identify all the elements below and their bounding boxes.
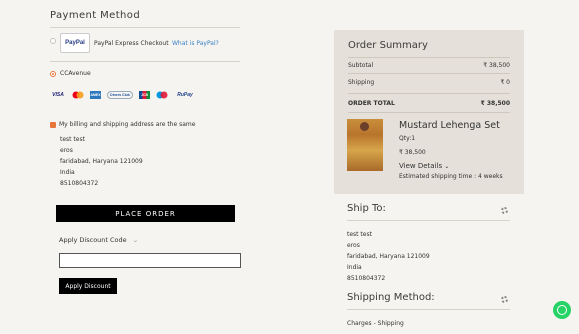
apply-discount-toggle[interactable]: Apply Discount Code ⌄ [59, 236, 138, 244]
order-total-value: ₹ 38,500 [480, 100, 510, 107]
ccavenue-radio[interactable] [50, 71, 56, 77]
divider [50, 61, 240, 62]
shipping-method-title: Shipping Method: [347, 292, 435, 303]
divider [347, 220, 510, 221]
shipping-charges: Charges - Shipping [347, 320, 404, 327]
paypal-radio[interactable] [50, 38, 56, 44]
address-line: test test [60, 136, 85, 143]
gear-icon[interactable] [501, 296, 508, 303]
billing-address: test test eros faridabad, Haryana 121009… [60, 134, 143, 189]
payment-method-title: Payment Method [50, 10, 141, 21]
divider [348, 93, 510, 94]
place-order-button[interactable]: PLACE ORDER [56, 205, 235, 222]
ship-to-title: Ship To: [347, 203, 386, 214]
address-line: eros [60, 147, 73, 154]
divider [348, 57, 510, 58]
address-line: faridabad, Haryana 121009 [60, 158, 143, 165]
shipping-time: Estimated shipping time : 4 weeks [399, 173, 503, 180]
paypal-label: PayPal Express Checkout [94, 40, 169, 47]
discount-label: Apply Discount Code [59, 236, 127, 244]
address-line: 8510804372 [347, 275, 386, 282]
chevron-down-icon: ⌄ [132, 236, 139, 244]
shipping-value: ₹ 0 [500, 79, 510, 86]
what-is-paypal-link[interactable]: What is PayPal? [172, 40, 219, 47]
billing-same-checkbox[interactable] [50, 122, 56, 128]
apply-discount-button[interactable]: Apply Discount [59, 278, 117, 294]
rupay-icon: RuPay [177, 92, 193, 98]
product-qty: Qty:1 [399, 135, 416, 142]
divider [50, 27, 240, 28]
ccavenue-label: CCAvenue [60, 70, 91, 77]
address-line: faridabad, Haryana 121009 [347, 253, 430, 260]
maestro-icon [156, 91, 168, 99]
view-details-label: View Details [399, 162, 443, 170]
divider [348, 73, 510, 74]
product-image[interactable] [347, 119, 383, 171]
subtotal-value: ₹ 38,500 [483, 62, 510, 69]
divider [348, 112, 510, 113]
shipping-row: Shipping ₹ 0 [348, 79, 510, 86]
address-line: 8510804372 [60, 180, 99, 187]
gear-icon[interactable] [501, 207, 508, 214]
product-price: ₹ 38,500 [399, 149, 426, 156]
address-line: India [60, 169, 75, 176]
address-line: India [347, 264, 362, 271]
product-name: Mustard Lehenga Set [399, 120, 500, 131]
ship-to-address: test test eros faridabad, Haryana 121009… [347, 229, 430, 284]
order-total-label: ORDER TOTAL [348, 100, 395, 107]
order-summary-title: Order Summary [348, 40, 428, 51]
card-logos: VISA AMEX Diners Club JCB RuPay [50, 91, 196, 99]
order-summary: Order Summary Subtotal ₹ 38,500 Shipping… [334, 30, 524, 194]
paypal-logo: PayPal [60, 33, 90, 53]
visa-icon: VISA [52, 92, 64, 98]
subtotal-row: Subtotal ₹ 38,500 [348, 62, 510, 69]
amex-icon: AMEX [90, 91, 101, 99]
mastercard-icon [72, 91, 84, 99]
billing-same-label: My billing and shipping address are the … [59, 121, 196, 128]
chevron-down-icon: ⌄ [444, 163, 450, 170]
address-line: test test [347, 231, 372, 238]
address-line: eros [347, 242, 360, 249]
subtotal-label: Subtotal [348, 62, 374, 69]
jcb-icon: JCB [139, 91, 150, 99]
diners-club-icon: Diners Club [107, 91, 133, 99]
discount-code-input[interactable] [59, 253, 241, 268]
whatsapp-icon[interactable] [553, 301, 571, 319]
divider [347, 309, 510, 310]
shipping-label: Shipping [348, 79, 375, 86]
view-details-toggle[interactable]: View Details ⌄ [399, 162, 449, 170]
order-total-row: ORDER TOTAL ₹ 38,500 [348, 100, 510, 107]
